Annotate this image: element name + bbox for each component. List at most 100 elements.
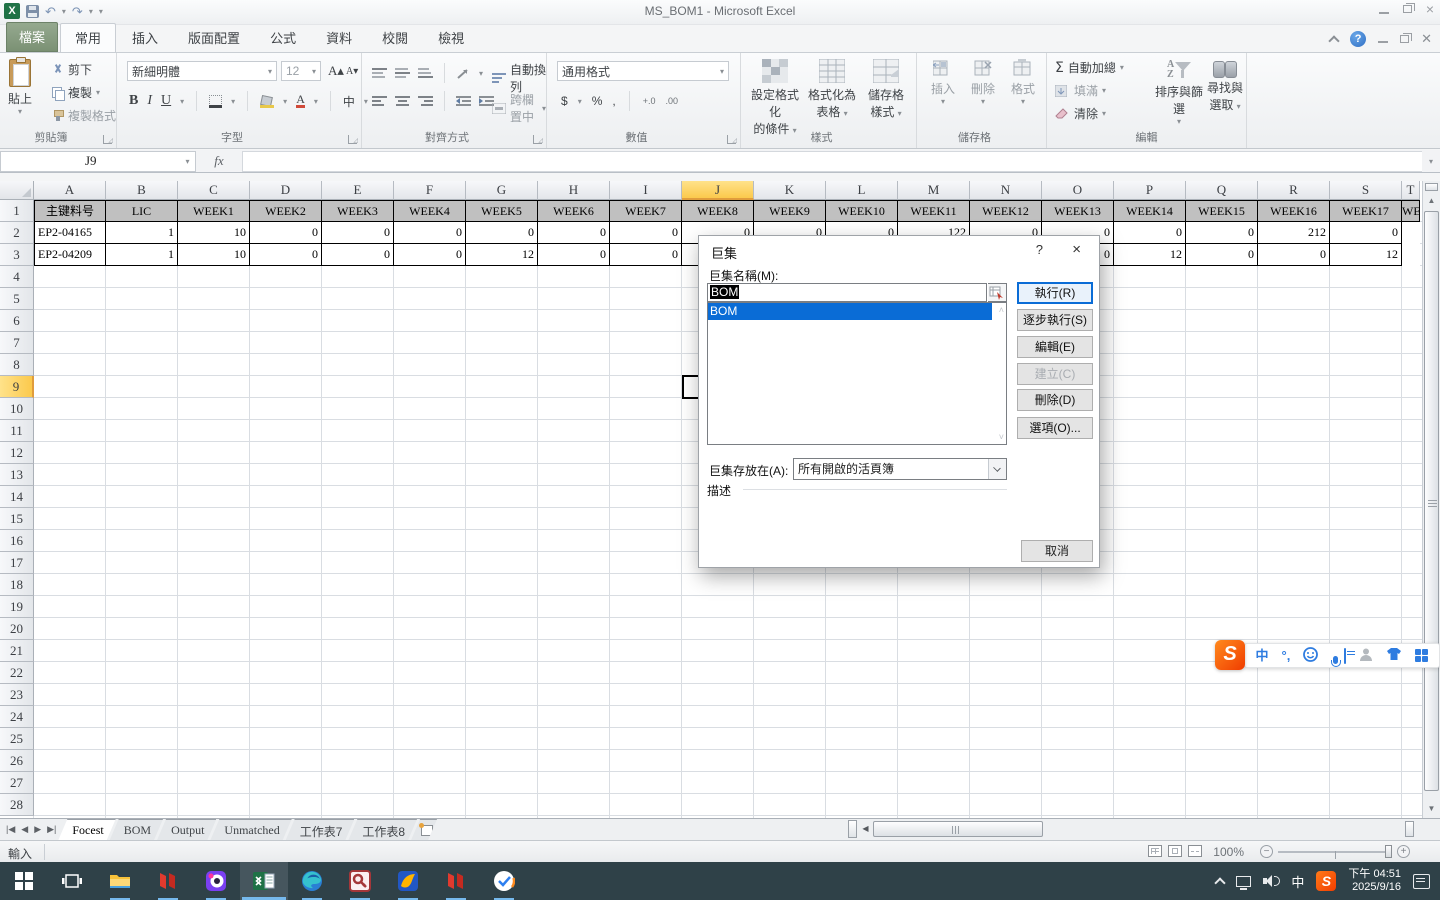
decrease-indent-icon[interactable] [456,96,471,107]
cell-A1[interactable]: 主键料号 [34,200,106,222]
fill-button[interactable]: 填滿▾ [1055,82,1106,99]
vertical-scrollbar[interactable]: ▲ ▼ [1422,181,1440,818]
horizontal-split-handle[interactable] [1405,821,1414,837]
column-header-N[interactable]: N [970,181,1042,200]
close-button[interactable]: × [1426,2,1434,16]
cell-C1[interactable]: WEEK1 [178,200,250,222]
ribbon-tab-校閱[interactable]: 校閱 [368,24,422,52]
list-scroll-up-icon[interactable]: ˄ [999,305,1004,315]
cancel-button[interactable]: 取消 [1021,540,1093,562]
cell-I2[interactable]: 0 [610,222,682,244]
zoom-slider[interactable]: − + [1260,847,1410,857]
paste-button[interactable]: 貼上 ▾ [8,59,32,116]
speaker-icon[interactable] [1263,875,1279,887]
cell-F1[interactable]: WEEK4 [394,200,466,222]
cut-button[interactable]: 剪下 [52,61,92,78]
select-all-corner[interactable] [0,181,34,200]
taskbar-checklist-app-icon[interactable] [480,862,528,900]
align-top-icon[interactable] [372,68,387,79]
cell-P3[interactable]: 12 [1114,244,1186,266]
cell-T1[interactable]: WEEK18 [1402,200,1420,222]
range-select-icon[interactable] [988,283,1007,302]
clear-button[interactable]: 清除▾ [1055,105,1106,122]
cell-C2[interactable]: 10 [178,222,250,244]
format-cells-button[interactable]: 格式 ▾ [1005,59,1041,106]
column-header-E[interactable]: E [322,181,394,200]
cell-G3[interactable]: 12 [466,244,538,266]
macros-in-combo[interactable]: 所有開啟的活頁簿 [793,458,1007,480]
column-header-O[interactable]: O [1042,181,1114,200]
page-break-view-icon[interactable] [1188,845,1202,857]
row-header-4[interactable]: 4 [0,266,34,288]
cell-S1[interactable]: WEEK17 [1330,200,1402,222]
row-header-11[interactable]: 11 [0,420,34,442]
column-header-H[interactable]: H [538,181,610,200]
hidden-icons-chevron-icon[interactable] [1215,877,1226,888]
expand-formula-bar-icon[interactable]: ▾ [1422,157,1440,166]
font-name-combo[interactable]: 新細明體▾ [127,61,277,81]
align-center-icon[interactable] [395,96,410,107]
align-right-icon[interactable] [418,96,433,107]
cell-G2[interactable]: 0 [466,222,538,244]
sheet-tab-BOM[interactable]: BOM [110,819,163,840]
sheet-tab-工作表8[interactable]: 工作表8 [348,819,417,840]
row-header-21[interactable]: 21 [0,640,34,662]
alignment-dialog-launcher-icon[interactable] [533,135,542,144]
cell-H1[interactable]: WEEK6 [538,200,610,222]
row-header-17[interactable]: 17 [0,552,34,574]
next-sheet-icon[interactable]: ▶ [34,824,41,835]
row-header-19[interactable]: 19 [0,596,34,618]
dialog-button-6[interactable]: 選項(O)... [1017,417,1093,439]
insert-cells-button[interactable]: 插入 ▾ [925,59,961,106]
font-dialog-launcher-icon[interactable] [348,135,357,144]
ribbon-tab-檔案[interactable]: 檔案 [6,22,58,52]
taskbar-file-explorer-icon[interactable] [96,862,144,900]
sogou-tray-icon[interactable]: S [1316,871,1336,891]
sheet-tab-Output[interactable]: Output [157,819,216,840]
cell-N1[interactable]: WEEK12 [970,200,1042,222]
ribbon-tab-版面配置[interactable]: 版面配置 [174,24,254,52]
cell-B1[interactable]: LIC [106,200,178,222]
taskbar-red-ribbon-app-icon[interactable] [144,862,192,900]
row-header-23[interactable]: 23 [0,684,34,706]
ime-indicator[interactable]: 中 [1291,872,1304,891]
column-header-B[interactable]: B [106,181,178,200]
column-header-P[interactable]: P [1114,181,1186,200]
help-icon[interactable]: ? [1350,31,1366,47]
taskbar-red-ribbon-app-2-icon[interactable] [432,862,480,900]
column-header-M[interactable]: M [898,181,970,200]
align-left-icon[interactable] [372,96,387,107]
cell-P2[interactable]: 0 [1114,222,1186,244]
tab-split-handle[interactable] [848,820,857,838]
clock[interactable]: 下午 04:51 2025/9/16 [1348,868,1401,894]
ribbon-tab-公式[interactable]: 公式 [256,24,310,52]
dialog-close-icon[interactable]: × [1072,241,1081,258]
action-center-icon[interactable] [1413,874,1430,889]
column-header-G[interactable]: G [466,181,538,200]
sheet-tab-工作表7[interactable]: 工作表7 [286,819,355,840]
delete-cells-button[interactable]: 刪除 ▾ [965,59,1001,106]
cell-J1[interactable]: WEEK8 [682,200,754,222]
sogou-logo-icon[interactable]: S [1215,640,1245,670]
ribbon-tab-常用[interactable]: 常用 [60,23,116,52]
row-header-25[interactable]: 25 [0,728,34,750]
row-header-1[interactable]: 1 [0,200,34,222]
column-header-F[interactable]: F [394,181,466,200]
insert-function-icon[interactable]: fx [196,153,242,169]
fill-color-button[interactable] [260,96,274,107]
list-scroll-down-icon[interactable]: ˅ [999,432,1004,442]
cell-B3[interactable]: 1 [106,244,178,266]
dialog-button-2[interactable]: 逐步執行(S) [1017,309,1093,331]
italic-button[interactable]: I [147,93,152,109]
sheet-tab-Unmatched[interactable]: Unmatched [210,819,291,840]
row-header-22[interactable]: 22 [0,662,34,684]
conditional-formatting-button[interactable]: 設定格式化 的條件 ▾ [747,59,803,137]
cell-R3[interactable]: 0 [1258,244,1330,266]
sogou-toolbox-icon[interactable] [1415,649,1428,662]
minimize-button[interactable] [1379,12,1389,14]
taskbar-edge-browser-icon[interactable] [288,862,336,900]
cell-D2[interactable]: 0 [250,222,322,244]
number-dialog-launcher-icon[interactable] [727,135,736,144]
dialog-button-5[interactable]: 刪除(D) [1017,389,1093,411]
row-header-18[interactable]: 18 [0,574,34,596]
